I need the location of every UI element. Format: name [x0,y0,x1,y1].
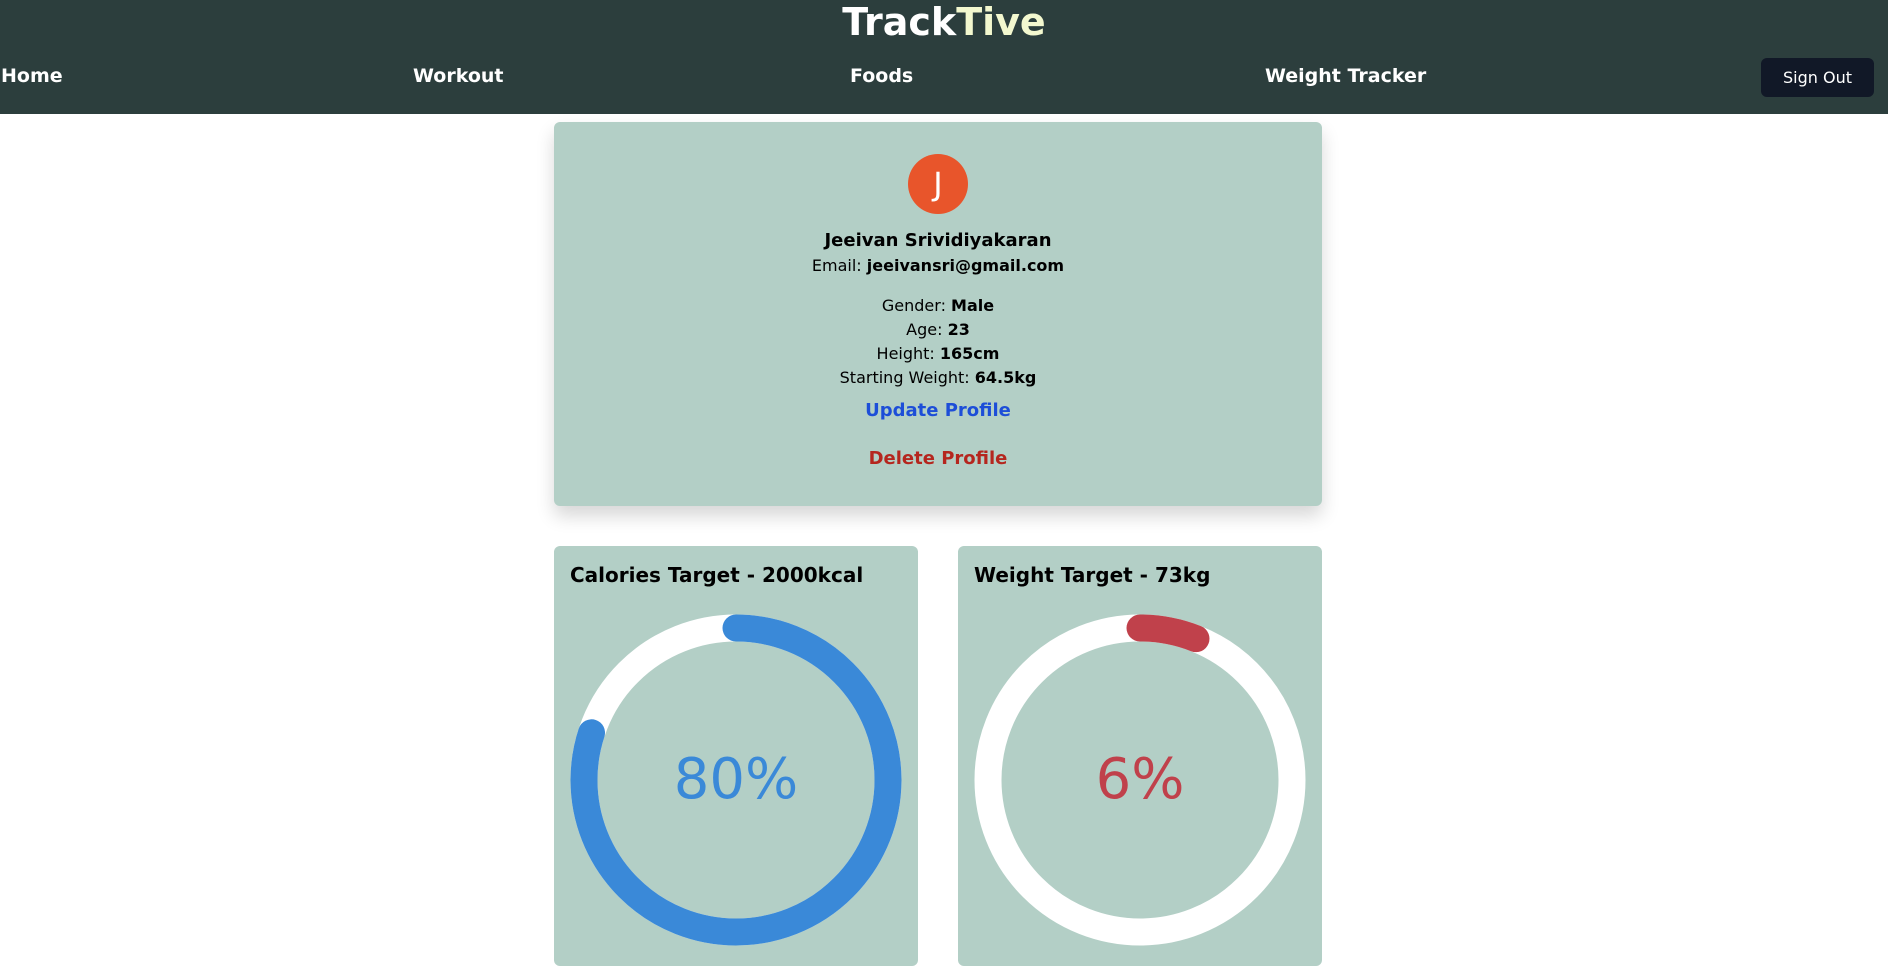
calories-target-title: Calories Target - 2000kcal [570,563,864,587]
weight-target-card: Weight Target - 73kg 6% [958,546,1322,966]
profile-gender-row: Gender: Male [554,295,1322,317]
weight-target-title: Weight Target - 73kg [974,563,1211,587]
app-logo[interactable]: TrackTive [0,0,1888,46]
profile-age-row: Age: 23 [554,319,1322,341]
calories-target-card: Calories Target - 2000kcal 80% [554,546,918,966]
weight-percent: 6% [1095,747,1185,812]
brand-part-track: Track [842,0,957,44]
profile-email-row: Email: jeeivansri@gmail.com [554,255,1322,277]
profile-card: J Jeeivan Srividiyakaran Email: jeeivans… [554,122,1322,506]
avatar: J [908,154,968,214]
gender-label: Gender: [881,296,952,315]
starting-weight-label: Starting Weight: [839,368,975,387]
profile-starting-weight-row: Starting Weight: 64.5kg [554,367,1322,389]
email-label: Email: [811,256,867,275]
nav-foods[interactable]: Foods [850,64,913,88]
profile-name: Jeeivan Srividiyakaran [824,230,1052,251]
delete-profile-link[interactable]: Delete Profile [554,447,1322,471]
age-value: 23 [947,320,970,339]
age-label: Age: [906,320,948,339]
height-label: Height: [876,344,940,363]
profile-height-row: Height: 165cm [554,343,1322,365]
top-header: TrackTive Home Workout Foods Weight Trac… [0,0,1888,114]
nav-workout[interactable]: Workout [413,64,504,88]
sign-out-button[interactable]: Sign Out [1761,58,1874,97]
gender-value: Male [951,296,995,315]
height-value: 165cm [939,344,1000,363]
calories-percent: 80% [673,747,799,812]
email-value: jeeivansri@gmail.com [866,256,1065,275]
update-profile-link[interactable]: Update Profile [554,399,1322,423]
nav-weight-tracker[interactable]: Weight Tracker [1265,64,1426,88]
brand-part-tive: Tive [956,0,1046,44]
nav-home[interactable]: Home [1,64,63,88]
starting-weight-value: 64.5kg [974,368,1037,387]
